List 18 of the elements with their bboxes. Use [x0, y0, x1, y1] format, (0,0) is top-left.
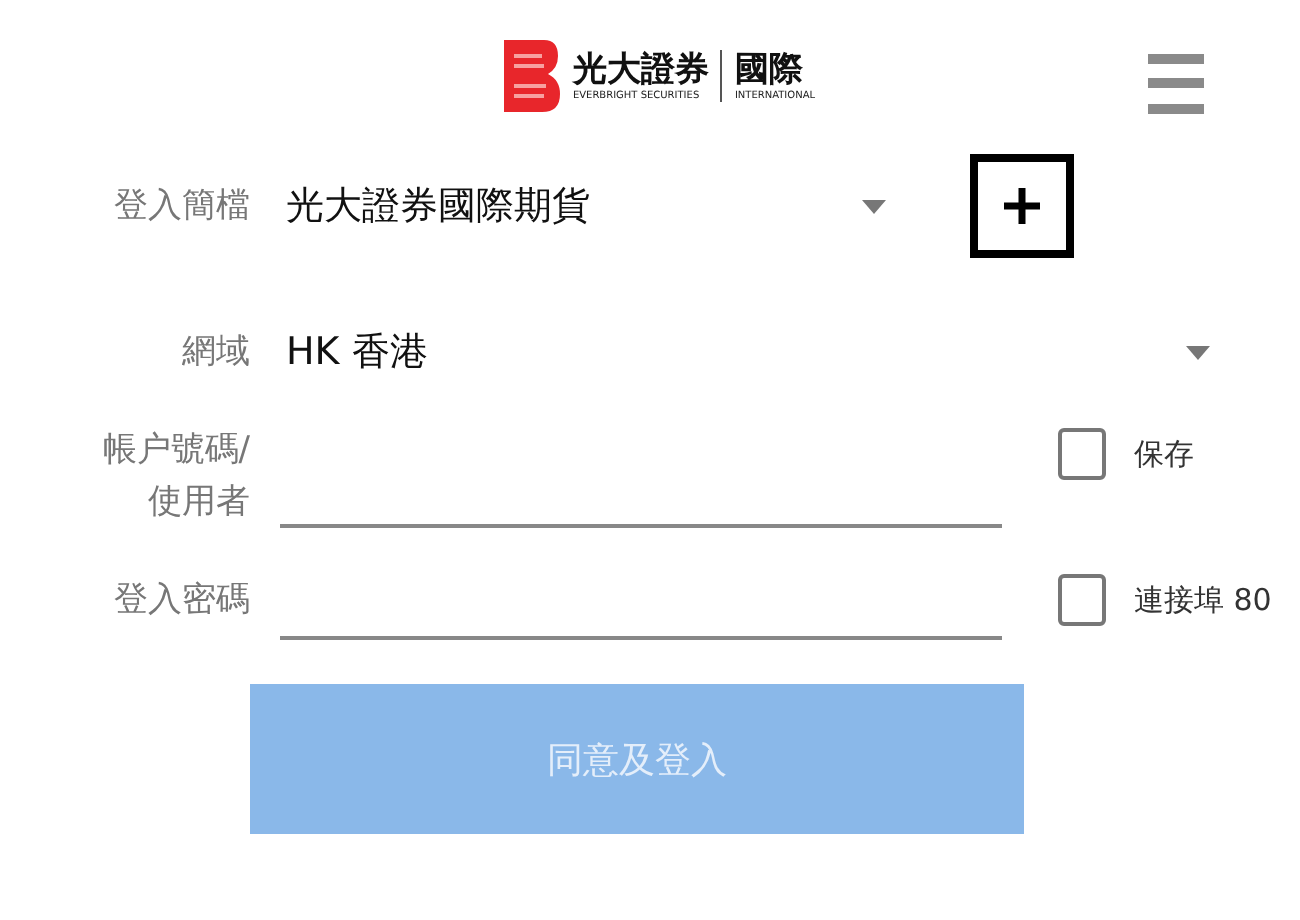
field-label: 網域	[180, 330, 250, 376]
checkbox-label: 連接埠 80	[1134, 581, 1272, 619]
add-button[interactable]	[970, 154, 1074, 258]
domain-dropdown[interactable]: HK 香港	[286, 326, 1210, 378]
logo-title: 光大證券	[572, 49, 709, 89]
plus-icon	[1002, 186, 1042, 226]
caret-icon	[1186, 345, 1210, 359]
checkbox[interactable]	[1058, 428, 1106, 480]
field-label: 登入密碼	[112, 578, 250, 624]
logo-icon	[504, 40, 561, 112]
profile-dropdown[interactable]: 光大證券國際期貨	[286, 180, 886, 232]
logo-title: 國際	[734, 49, 805, 89]
checkbox[interactable]	[1058, 574, 1106, 626]
field-label: 帳户號碼/ 使用者	[100, 428, 250, 526]
caret-icon	[862, 199, 886, 213]
menu-icon[interactable]	[1148, 54, 1204, 114]
checkbox-label: 保存	[1134, 435, 1194, 473]
field-label: 登入簡檔	[112, 184, 250, 230]
